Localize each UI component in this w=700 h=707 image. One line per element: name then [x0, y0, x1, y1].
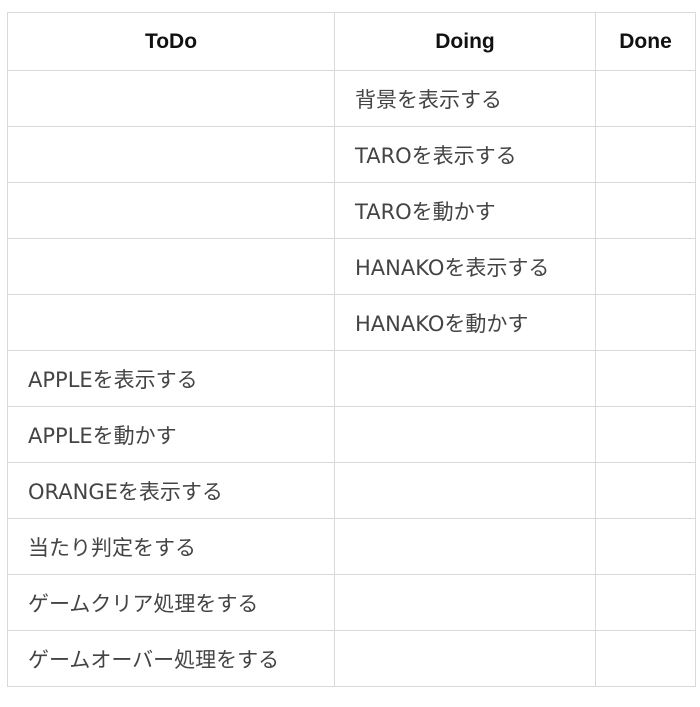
doing-cell: [334, 630, 596, 687]
done-cell: [595, 574, 696, 631]
table-row: HANAKOを動かす: [7, 294, 696, 351]
column-header-doing: Doing: [334, 12, 596, 71]
done-cell: [595, 70, 696, 127]
todo-cell: [7, 182, 335, 239]
table-row: 背景を表示する: [7, 70, 696, 127]
done-cell: [595, 630, 696, 687]
todo-cell: 当たり判定をする: [7, 518, 335, 575]
table-row: ゲームオーバー処理をする: [7, 630, 696, 687]
table-row: APPLEを動かす: [7, 406, 696, 463]
todo-cell: ORANGEを表示する: [7, 462, 335, 519]
doing-cell: [334, 462, 596, 519]
kanban-table: ToDo Doing Done 背景を表示する TAROを表示する TAROを動…: [7, 12, 696, 687]
doing-cell: TAROを表示する: [334, 126, 596, 183]
todo-cell: ゲームオーバー処理をする: [7, 630, 335, 687]
todo-cell: APPLEを動かす: [7, 406, 335, 463]
column-header-todo: ToDo: [7, 12, 335, 71]
done-cell: [595, 294, 696, 351]
todo-cell: APPLEを表示する: [7, 350, 335, 407]
done-cell: [595, 406, 696, 463]
doing-cell: TAROを動かす: [334, 182, 596, 239]
todo-cell: ゲームクリア処理をする: [7, 574, 335, 631]
todo-cell: [7, 126, 335, 183]
todo-cell: [7, 70, 335, 127]
header-row: ToDo Doing Done: [7, 12, 696, 71]
doing-cell: HANAKOを動かす: [334, 294, 596, 351]
doing-cell: [334, 518, 596, 575]
todo-cell: [7, 238, 335, 295]
doing-cell: [334, 574, 596, 631]
doing-cell: HANAKOを表示する: [334, 238, 596, 295]
doing-cell: [334, 350, 596, 407]
doing-cell: 背景を表示する: [334, 70, 596, 127]
done-cell: [595, 350, 696, 407]
table-row: HANAKOを表示する: [7, 238, 696, 295]
done-cell: [595, 462, 696, 519]
table-row: ORANGEを表示する: [7, 462, 696, 519]
table-row: TAROを表示する: [7, 126, 696, 183]
done-cell: [595, 182, 696, 239]
table-row: TAROを動かす: [7, 182, 696, 239]
doing-cell: [334, 406, 596, 463]
table-row: APPLEを表示する: [7, 350, 696, 407]
table-row: 当たり判定をする: [7, 518, 696, 575]
todo-cell: [7, 294, 335, 351]
table-row: ゲームクリア処理をする: [7, 574, 696, 631]
done-cell: [595, 518, 696, 575]
column-header-done: Done: [595, 12, 696, 71]
done-cell: [595, 238, 696, 295]
done-cell: [595, 126, 696, 183]
